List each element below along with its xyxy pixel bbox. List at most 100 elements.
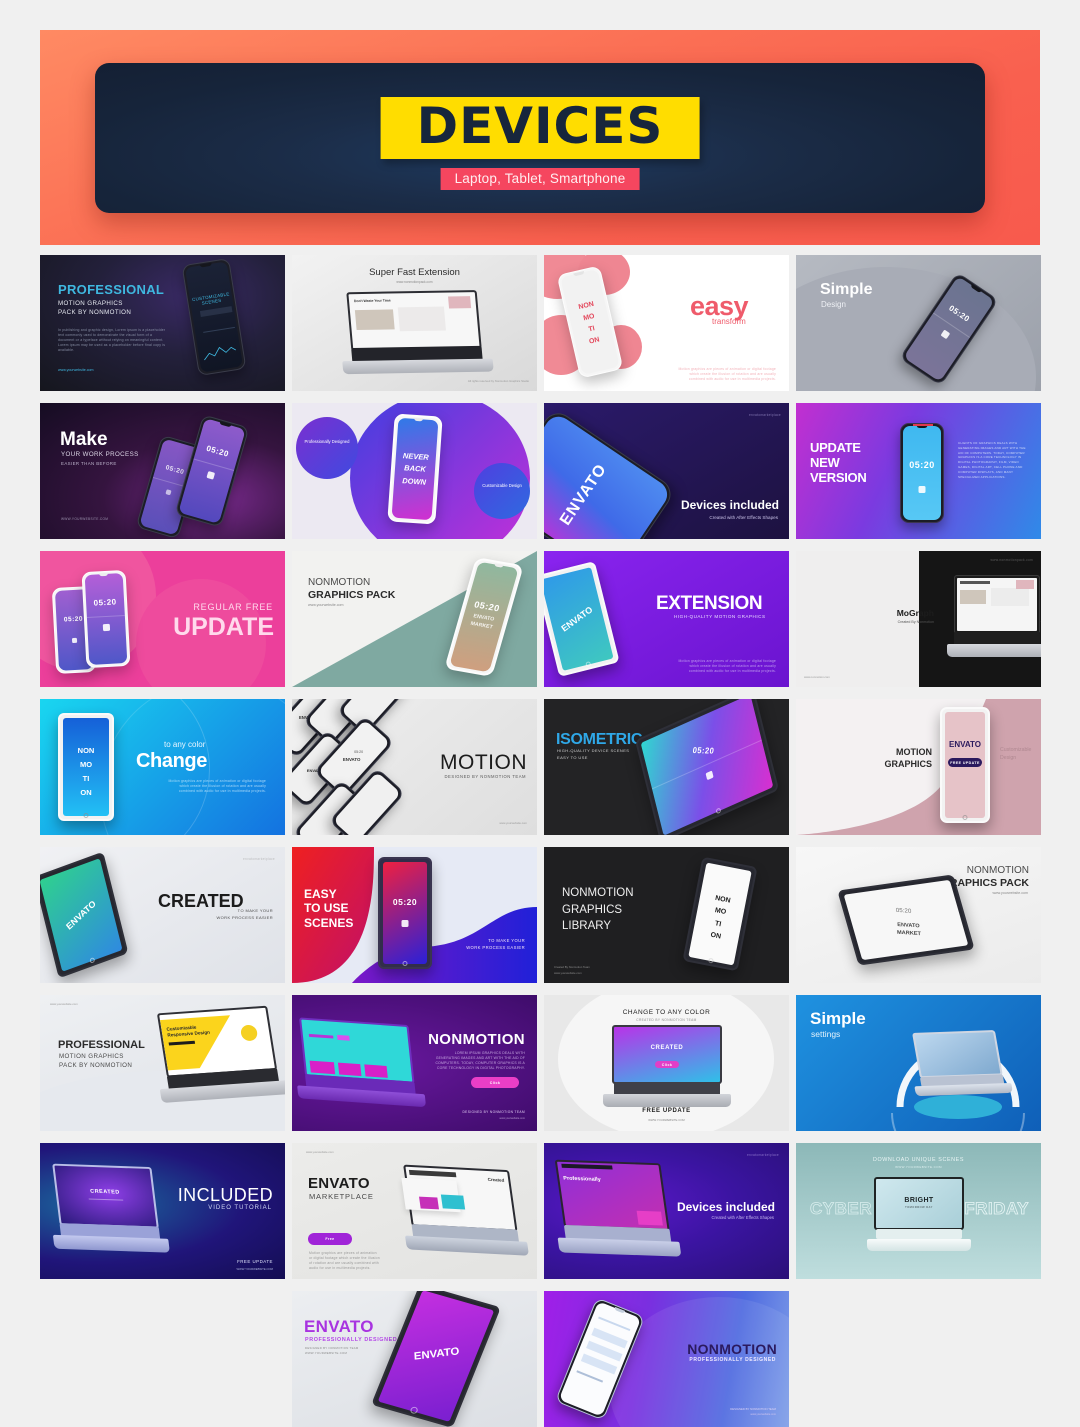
tile-heading: Make: [60, 429, 108, 450]
tile-sub2: FREE UPDATE: [642, 1108, 691, 1115]
tile-clock: 05:20: [692, 745, 715, 756]
preview-tile[interactable]: EASY TO USE SCENES 05:20 TO MAKE YOUR WO…: [292, 847, 537, 983]
tile-screen-text: CREATED: [89, 1188, 121, 1196]
laptop-mockup: [297, 1017, 426, 1108]
tile-body: In publishing and graphic design, Lorem …: [58, 328, 166, 352]
preview-tile[interactable]: NONMOTION GRAPHICS PACK www.yourwebsite.…: [292, 551, 537, 687]
tile-sub1: HIGH-QUALITY DEVICE SCENES: [557, 748, 630, 753]
preview-tile[interactable]: NON MO TI ON to any color Change Motion …: [40, 699, 285, 835]
tile-clock: 05:20: [947, 303, 972, 324]
preview-tile[interactable]: www.yourwebsite.com PROFESSIONAL MOTION …: [40, 995, 285, 1131]
preview-tile[interactable]: envatomarketplace ENVATO Devices include…: [544, 403, 789, 539]
tile-sub2: WORK PROCESS EASIER: [466, 945, 525, 950]
tile-sub1: YOUR WORK PROCESS: [61, 451, 139, 458]
tile-sub1: Design: [821, 300, 846, 309]
tile-watermark: envatomarketplace: [746, 1153, 779, 1157]
preview-tile[interactable]: NONMOTION PROFESSIONALLY DESIGNED DESIGN…: [544, 1291, 789, 1427]
tile-screen-text: NON MO TI ON: [77, 746, 95, 797]
tile-heading: CREATED: [158, 891, 244, 911]
preview-tile[interactable]: www.yourwebsite.com ENVATO MARKETPLACE F…: [292, 1143, 537, 1279]
preview-tile[interactable]: ISOMETRIC HIGH-QUALITY DEVICE SCENES EAS…: [544, 699, 789, 835]
phone-notch: [413, 417, 423, 422]
tile-sub1: NONMOTION: [308, 577, 371, 588]
tile-url: WWW.YOURWEBSITE.COM: [236, 1266, 273, 1271]
preview-tile[interactable]: www.nonmotionpack.com MoGraph Created By…: [796, 551, 1041, 687]
preview-tile[interactable]: Professionally Designed Customizable Des…: [292, 403, 537, 539]
tile-screen-text: NON MO TI ON: [577, 300, 601, 346]
tile-body: Motion graphics are pieces of animation …: [168, 779, 266, 793]
tile-sub1: NONMOTION: [966, 865, 1029, 876]
tile-watermark: www.nonmotionpack.com: [990, 558, 1033, 562]
preview-tile[interactable]: NONMOTION GRAPHICS PACK www.yourwebsite.…: [796, 847, 1041, 983]
preview-tile[interactable]: NON MO TI ON easy transform Motion graph…: [544, 255, 789, 391]
preview-tile[interactable]: Super Fast Extension www.nonmotionpack.c…: [292, 255, 537, 391]
preview-tile[interactable]: Simple settings: [796, 995, 1041, 1131]
preview-tile[interactable]: CHANGE TO ANY COLOR CREATED BY NONMOTION…: [544, 995, 789, 1131]
preview-tile[interactable]: envatomarketplace ENVATO CREATED TO MAKE…: [40, 847, 285, 983]
tile-heading: PROFESSIONAL: [58, 1039, 145, 1051]
tile-badge-1: Professionally Designed: [304, 439, 350, 444]
tablet-mockup: ENVATO FREE UPDATE: [940, 707, 990, 823]
tablet-mockup: 05:20 ENVATO MARKET: [837, 874, 975, 966]
tile-screen-text: Professionally: [563, 1175, 602, 1183]
tile-heading: INCLUDED: [177, 1185, 273, 1205]
tablet-home-button: [89, 956, 96, 964]
tile-sub1: Created with After Effects Shapes: [711, 1215, 774, 1220]
preview-tile[interactable]: PROFESSIONAL MOTION GRAPHICS PACK BY NON…: [40, 255, 285, 391]
preview-tile[interactable]: envatomarketplace Professionally Devices…: [544, 1143, 789, 1279]
preview-tile[interactable]: ENVATO EXTENSION HIGH-QUALITY MOTION GRA…: [544, 551, 789, 687]
tile-screen-text: ENVATO: [559, 604, 595, 634]
tile-screen-text: NON MO TI ON: [709, 894, 732, 941]
smartphone-mockup: ENVATO: [544, 407, 677, 539]
tablet-home-button: [585, 660, 592, 667]
page-title: DEVICES: [416, 97, 664, 155]
preview-tile[interactable]: ENVATO PROFESSIONALLY DESIGNED DESIGNED …: [292, 1291, 537, 1427]
click-button-label: Click: [489, 1080, 501, 1085]
tile-heading: Super Fast Extension: [369, 267, 460, 278]
free-update-button[interactable]: FREE UPDATE: [948, 758, 982, 767]
preview-tile[interactable]: 05:20 05:20 REGULAR FREE UPDATE: [40, 551, 285, 687]
preview-tile[interactable]: MOTION GRAPHICS ENVATO FREE UPDATE Custo…: [796, 699, 1041, 835]
tile-clock-front: 05:20: [205, 443, 230, 459]
tile-sub1: DOWNLOAD UNIQUE SCENES: [872, 1157, 965, 1163]
preview-tile[interactable]: DOWNLOAD UNIQUE SCENES WWW.YOURWEBSITE.C…: [796, 1143, 1041, 1279]
tile-heading: Simple: [820, 281, 873, 298]
click-button[interactable]: Click: [471, 1077, 519, 1088]
tile-sub1: PROFESSIONALLY DESIGNED: [305, 1337, 398, 1343]
tile-sub2: Customizable Design: [1000, 747, 1032, 761]
tile-heading: NONMOTION: [687, 1341, 777, 1357]
preview-tile[interactable]: NONMOTION LOREM IPSUM GRAPHICS DEALS WIT…: [292, 995, 537, 1131]
tile-sub1: DESIGNED BY NONMOTION TEAM: [444, 774, 526, 779]
preview-tile[interactable]: ENVATO ENVATO 05:20ENVATO MOTION DESIGNE…: [292, 699, 537, 835]
grid-spacer: [796, 1291, 1041, 1427]
tile-sub2: EASIER THAN BEFORE: [61, 461, 117, 466]
preview-tile[interactable]: NONMOTION GRAPHICS LIBRARY NON MO TI ON …: [544, 847, 789, 983]
tile-watermark: www.yourwebsite.com: [554, 970, 582, 975]
badge-circle-1: Professionally Designed: [296, 417, 358, 479]
preview-tile[interactable]: UPDATE NEW VERSION 05:20 CLIENTS OF GRAP…: [796, 403, 1041, 539]
free-button[interactable]: Free: [308, 1233, 352, 1245]
preview-tile[interactable]: Simple Design 05:20: [796, 255, 1041, 391]
tile-heading: NONMOTION GRAPHICS LIBRARY: [562, 887, 634, 933]
tile-heading: ENVATO: [308, 1175, 370, 1192]
preview-tile[interactable]: Make YOUR WORK PROCESS EASIER THAN BEFOR…: [40, 403, 285, 539]
tile-sub2: DESIGNED BY NONMOTION TEAM: [730, 1406, 776, 1411]
tile-heading: ISOMETRIC: [556, 731, 643, 748]
page-subtitle: Laptop, Tablet, Smartphone: [454, 171, 626, 186]
tile-url: www.yourwebsite.com: [50, 1002, 78, 1006]
tablet-home-button: [708, 957, 714, 964]
tile-clock: 05:20: [392, 897, 418, 907]
page-title-plate: DEVICES: [380, 97, 700, 159]
tile-heading: EASY TO USE SCENES: [304, 887, 354, 930]
smartphone-mockup: 05:20: [900, 423, 944, 523]
click-button[interactable]: Click: [655, 1061, 679, 1068]
preview-tile[interactable]: CREATED INCLUDED VIDEO TUTORIAL FREE UPD…: [40, 1143, 285, 1279]
tile-url: www.yourwebsite.com: [306, 1150, 334, 1154]
tile-clock: 05:20: [354, 749, 364, 754]
tile-heading: EXTENSION: [656, 593, 763, 614]
laptop-mockup: Professionally: [554, 1159, 682, 1257]
laptop-mockup: [947, 575, 1041, 657]
tile-heading: PROFESSIONAL: [58, 282, 165, 297]
tile-sub1: HIGH-QUALITY MOTION GRAPHICS: [674, 614, 766, 619]
tile-sub1: PROFESSIONALLY DESIGNED: [689, 1357, 776, 1363]
